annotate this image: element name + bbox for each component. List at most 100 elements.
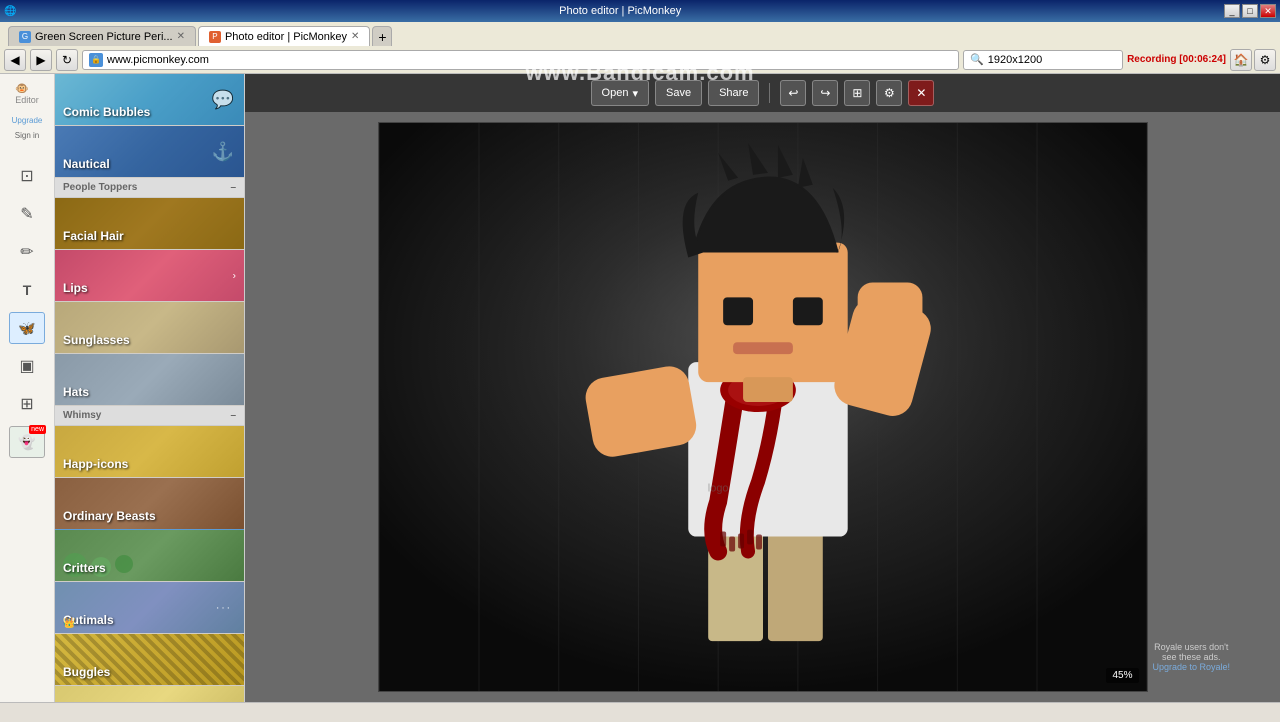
category-label-critters: Critters [63,561,106,575]
browser-favicon: 🌐 [4,6,16,17]
signin-link[interactable]: Sign in [15,131,39,140]
minimize-button[interactable]: _ [1224,4,1240,18]
section-whimsy: Whimsy – [55,406,244,426]
title-bar: 🌐 Photo editor | PicMonkey _ □ ✕ [0,0,1280,22]
open-dropdown-icon: ▾ [632,87,638,100]
category-label-hats: Hats [63,385,89,399]
close-editor-button[interactable]: ✕ [908,80,934,106]
category-bg-chick [55,686,244,702]
paint-tool[interactable]: ✏ [9,236,45,268]
text-tool[interactable]: T [9,274,45,306]
category-label-happ: Happ-icons [63,457,128,471]
category-buggles[interactable]: Buggles [55,634,244,686]
zoom-button[interactable]: ⊞ [844,80,870,106]
category-deco-nautical: ⚓ [212,141,234,162]
cutimals-star: 👑 [63,618,75,629]
category-label-lips: Lips [63,281,88,295]
new-tab-button[interactable]: + [372,26,392,46]
touch-tool[interactable]: ✎ [9,198,45,230]
category-critters[interactable]: Critters [55,530,244,582]
picmonkey-logo: 🐵 Editor [15,82,39,106]
overlay-tool[interactable]: 🦋 [9,312,45,344]
category-deco-comic: 💬 [212,89,234,110]
canvas-svg: logo [379,123,1147,691]
svg-text:logo: logo [707,483,728,495]
back-button[interactable]: ◀ [4,49,26,71]
section-collapse-whimsy[interactable]: – [230,410,236,421]
tab-bar: G Green Screen Picture Peri... ✕ P Photo… [0,22,1280,46]
category-happ-icons[interactable]: Happ-icons [55,426,244,478]
cutimals-dots: ··· [216,602,232,613]
category-facial-hair[interactable]: Facial Hair [55,198,244,250]
category-hats[interactable]: Hats [55,354,244,406]
royale-ad: Royale users don't see these ads. Upgrad… [1152,642,1230,672]
recording-label: Recording [00:06:24] [1127,54,1226,65]
frame-tool[interactable]: ▣ [9,350,45,382]
tab-favicon-2: P [209,31,221,43]
upgrade-link[interactable]: Upgrade [12,116,43,125]
category-label-nautical: Nautical [63,157,110,171]
ssl-icon: 🔒 [89,53,103,67]
tab-2[interactable]: P Photo editor | PicMonkey ✕ [198,26,370,46]
canvas-wrapper[interactable]: logo 45% Royale users don't see these ad… [245,112,1280,702]
royale-ad-text-1: Royale users don't [1152,642,1230,652]
section-collapse-people[interactable]: – [230,182,236,193]
category-cutimals[interactable]: Cutimals ··· 👑 [55,582,244,634]
category-label-beasts: Ordinary Beasts [63,509,156,523]
title-bar-text: Photo editor | PicMonkey [20,5,1220,17]
tab-label-2: Photo editor | PicMonkey [225,31,347,43]
search-text: 1920x1200 [988,54,1042,66]
open-label: Open [602,87,629,99]
category-arrow-lips: › [233,270,236,281]
category-comic-bubbles[interactable]: Comic Bubbles 💬 [55,74,244,126]
category-ordinary-beasts[interactable]: Ordinary Beasts [55,478,244,530]
share-label: Share [719,87,748,99]
save-button[interactable]: Save [655,80,702,106]
settings-icon[interactable]: ⚙ [1254,49,1276,71]
close-button[interactable]: ✕ [1260,4,1276,18]
tab-close-2[interactable]: ✕ [351,31,359,42]
main-content: 🐵 Editor Upgrade Sign in ⊡ ✎ ✏ T 🦋 ▣ ⊞ 👻… [0,74,1280,702]
category-chick-eggs[interactable]: Chick 'n Eggs [55,686,244,702]
royale-upgrade-link[interactable]: Upgrade to Royale! [1152,662,1230,672]
search-icon: 🔍 [970,53,984,66]
toolbar-separator [769,83,770,103]
undo-button[interactable]: ↩ [780,80,806,106]
address-text: www.picmonkey.com [107,54,209,66]
settings-button[interactable]: ⚙ [876,80,902,106]
category-label-facial: Facial Hair [63,229,124,243]
crop-tool[interactable]: ⊡ [9,160,45,192]
search-bar[interactable]: 🔍 1920x1200 [963,50,1123,70]
forward-button[interactable]: ▶ [30,49,52,71]
categories-panel: Comic Bubbles 💬 Nautical ⚓ People Topper… [55,74,245,702]
save-label: Save [666,87,691,99]
tab-label-1: Green Screen Picture Peri... [35,31,173,43]
open-button[interactable]: Open ▾ [591,80,649,106]
section-label-people: People Toppers [63,182,137,193]
zoom-indicator: 45% [1106,668,1138,683]
category-label-comic: Comic Bubbles [63,105,150,119]
texture-tool[interactable]: ⊞ [9,388,45,420]
share-button[interactable]: Share [708,80,759,106]
maximize-button[interactable]: □ [1242,4,1258,18]
category-sunglasses[interactable]: Sunglasses [55,302,244,354]
redo-button[interactable]: ↪ [812,80,838,106]
category-label-sunglasses: Sunglasses [63,333,130,347]
new-badge: new [29,425,46,434]
section-label-whimsy: Whimsy [63,410,101,421]
window-controls: _ □ ✕ [1224,4,1276,18]
canvas-area: Open ▾ Save Share ↩ ↪ ⊞ ⚙ ✕ [245,74,1280,702]
category-lips[interactable]: Lips › [55,250,244,302]
category-nautical[interactable]: Nautical ⚓ [55,126,244,178]
nav-extras: 🏠 ⚙ [1230,49,1276,71]
tab-close-1[interactable]: ✕ [177,31,185,42]
theme-tool[interactable]: 👻 new [9,426,45,458]
address-bar[interactable]: 🔒 www.picmonkey.com [82,50,959,70]
section-people-toppers: People Toppers – [55,178,244,198]
tab-1[interactable]: G Green Screen Picture Peri... ✕ [8,26,196,46]
category-label-buggles: Buggles [63,665,110,679]
refresh-button[interactable]: ↻ [56,49,78,71]
canvas-image: logo 45% [378,122,1148,692]
canvas-toolbar: Open ▾ Save Share ↩ ↪ ⊞ ⚙ ✕ [245,74,1280,112]
home-button[interactable]: 🏠 [1230,49,1252,71]
